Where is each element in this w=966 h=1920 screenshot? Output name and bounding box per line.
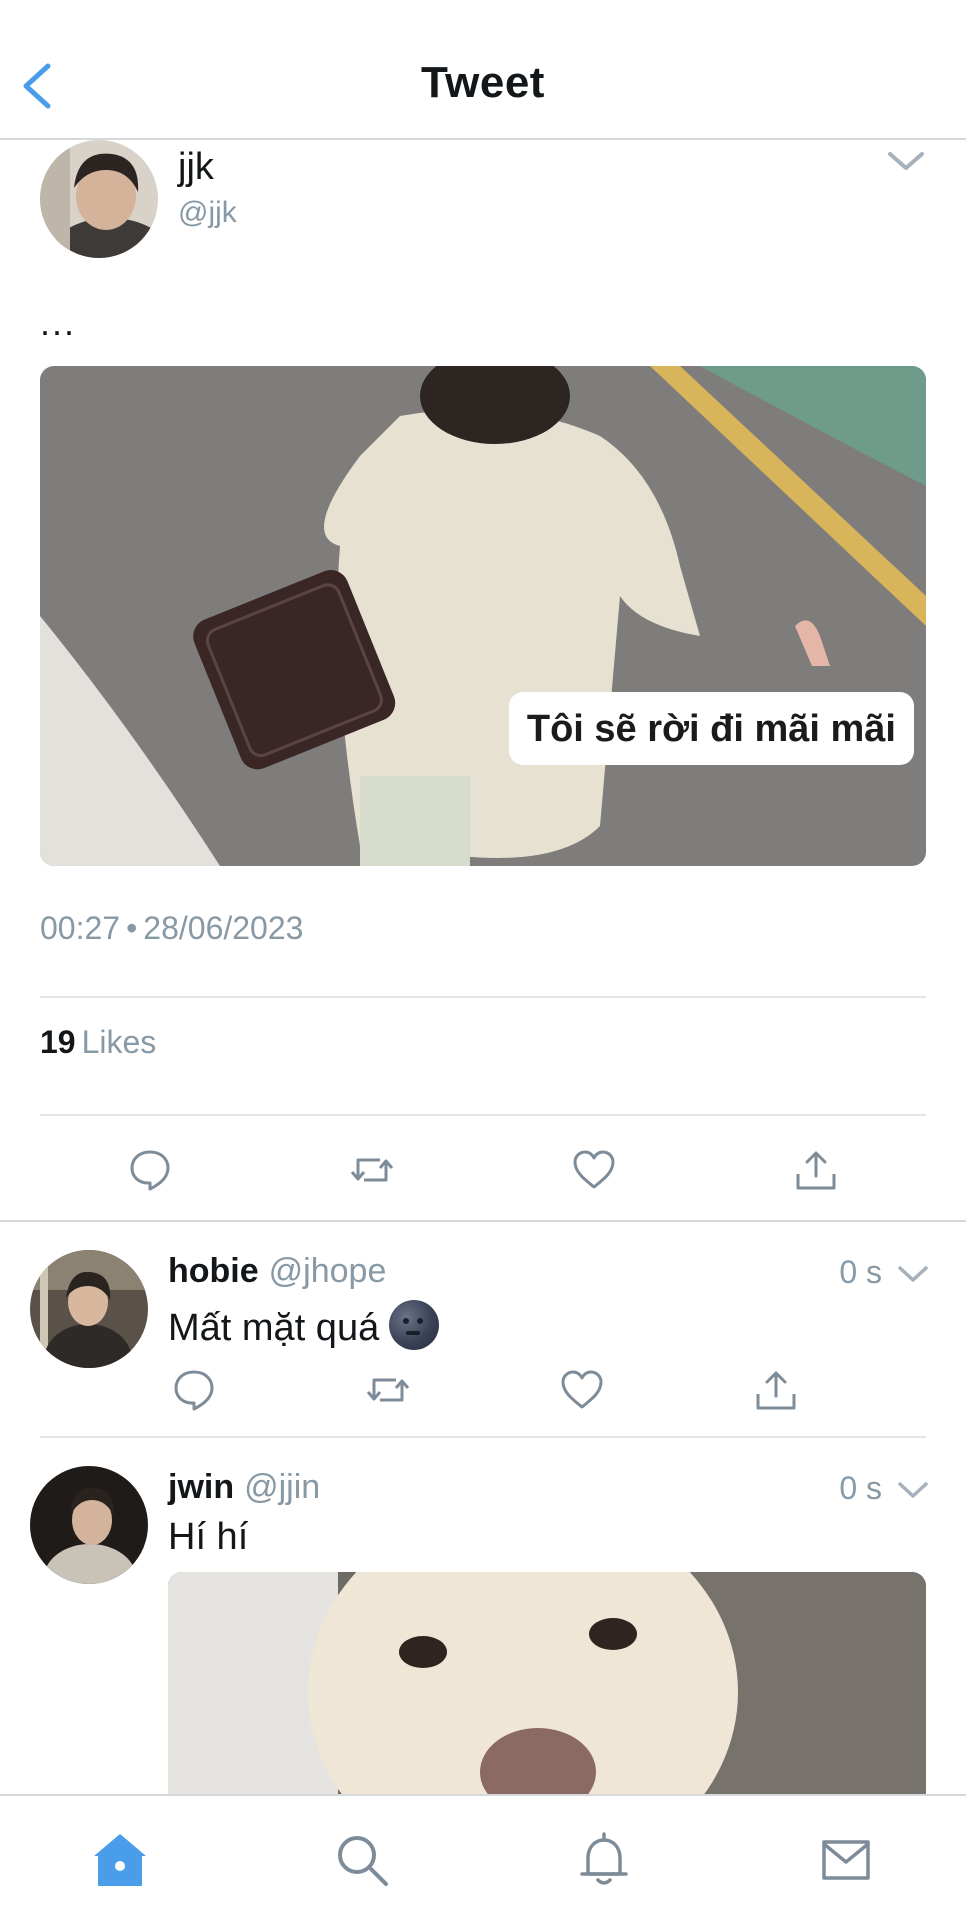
chevron-down-icon[interactable] <box>896 1262 930 1286</box>
divider <box>40 996 926 998</box>
page-title: Tweet <box>421 58 545 107</box>
search-icon[interactable] <box>332 1830 392 1890</box>
reply-time: 0 s <box>839 1254 882 1290</box>
reply-author-name: jwin <box>168 1468 235 1506</box>
tweet-image[interactable]: Tôi sẽ rời đi mãi mãi <box>40 366 926 866</box>
mail-icon[interactable] <box>816 1830 876 1890</box>
author-name[interactable]: jjk <box>178 146 214 189</box>
reply-text-content: Mất mặt quá <box>168 1307 380 1349</box>
avatar[interactable] <box>30 1466 148 1584</box>
reply-icon[interactable] <box>172 1368 216 1412</box>
avatar[interactable] <box>40 140 158 258</box>
reply-author[interactable]: jwin @jjin <box>168 1468 320 1507</box>
bottom-tab-bar <box>0 1794 966 1920</box>
reply-time: 0 s <box>839 1470 882 1506</box>
heart-icon[interactable] <box>572 1148 616 1192</box>
likes-label: Likes <box>81 1024 157 1060</box>
image-caption: Tôi sẽ rời đi mãi mãi <box>508 692 914 765</box>
reply-author[interactable]: hobie @jhope <box>168 1252 386 1291</box>
chevron-down-icon[interactable] <box>896 1478 930 1502</box>
reply-text: Hí hí <box>168 1516 249 1558</box>
tweet-text: ... <box>40 302 77 343</box>
reply-author-name: hobie <box>168 1252 259 1290</box>
retweet-icon[interactable] <box>366 1368 410 1412</box>
photo-crying-dog <box>168 1572 926 1812</box>
new-moon-face-emoji <box>389 1300 440 1350</box>
tweet-date: 28/06/2023 <box>143 910 304 946</box>
tweet-timestamp: 00:27 • 28/06/2023 <box>40 910 303 947</box>
avatar[interactable] <box>30 1250 148 1368</box>
reply-image[interactable] <box>168 1572 926 1812</box>
author-handle[interactable]: @jjk <box>178 196 237 230</box>
reply-author-handle: @jjin <box>244 1468 321 1506</box>
section-divider <box>0 1220 966 1222</box>
likes-count: 19 <box>40 1024 76 1060</box>
divider <box>40 1436 926 1438</box>
chevron-down-icon[interactable] <box>884 146 928 176</box>
heart-icon[interactable] <box>560 1368 604 1412</box>
bell-icon[interactable] <box>574 1830 634 1890</box>
meta-separator: • <box>126 910 138 946</box>
share-icon[interactable] <box>754 1368 798 1412</box>
photo-child-walking <box>40 366 926 866</box>
tweet-time: 00:27 <box>40 910 121 946</box>
tweet-actions <box>0 1140 966 1200</box>
top-nav-bar: Tweet <box>0 0 966 140</box>
retweet-icon[interactable] <box>350 1148 394 1192</box>
reply-author-handle: @jhope <box>268 1252 387 1290</box>
reply-text: Mất mặt quá <box>168 1300 440 1350</box>
likes-stat[interactable]: 19 Likes <box>40 1024 156 1061</box>
share-icon[interactable] <box>794 1148 838 1192</box>
home-icon[interactable] <box>90 1830 150 1890</box>
divider <box>40 1114 926 1116</box>
reply-icon[interactable] <box>128 1148 172 1192</box>
